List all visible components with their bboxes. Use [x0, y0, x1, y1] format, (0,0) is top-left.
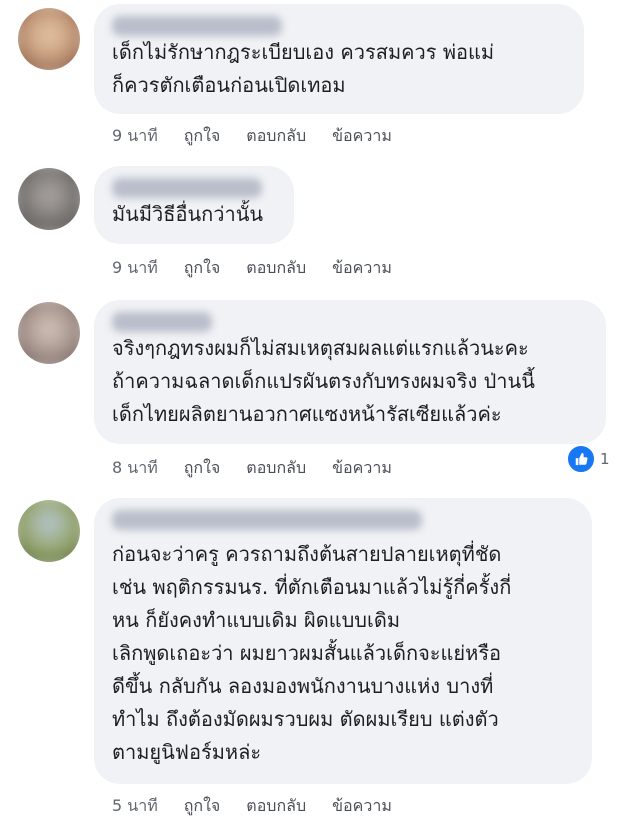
author-name[interactable] — [112, 510, 422, 530]
timestamp[interactable]: 8 นาที — [112, 456, 158, 481]
comment-text: เด็กไม่รักษากฎระเบียบเอง ควรสมควร พ่อแม่… — [112, 40, 495, 97]
like-link[interactable]: ถูกใจ — [184, 256, 221, 281]
message-link[interactable]: ข้อความ — [332, 256, 392, 281]
message-link[interactable]: ข้อความ — [332, 794, 392, 819]
avatar[interactable] — [18, 168, 80, 230]
reaction-number: 1 — [600, 450, 610, 468]
message-link[interactable]: ข้อความ — [332, 456, 392, 481]
comment-actions: 5 นาที ถูกใจ ตอบกลับ ข้อความ — [112, 794, 392, 819]
comment-actions: 9 นาที ถูกใจ ตอบกลับ ข้อความ — [112, 124, 392, 149]
reaction-count[interactable]: 1 — [566, 444, 610, 474]
avatar[interactable] — [18, 302, 80, 364]
like-link[interactable]: ถูกใจ — [184, 794, 221, 819]
comment-bubble: มันมีวิธีอื่นกว่านั้น — [94, 166, 294, 244]
timestamp[interactable]: 9 นาที — [112, 256, 158, 281]
like-link[interactable]: ถูกใจ — [184, 456, 221, 481]
comment-text: ก่อนจะว่าครู ควรถามถึงต้นสายปลายเหตุที่ช… — [112, 542, 512, 764]
comment-bubble: เด็กไม่รักษากฎระเบียบเอง ควรสมควร พ่อแม่… — [94, 4, 584, 114]
comment-text: จริงๆกฎทรงผมก็ไม่สมเหตุสมผลแต่แรกแล้วนะค… — [112, 336, 535, 426]
timestamp[interactable]: 5 นาที — [112, 794, 158, 819]
like-link[interactable]: ถูกใจ — [184, 124, 221, 149]
comment-actions: 9 นาที ถูกใจ ตอบกลับ ข้อความ — [112, 256, 392, 281]
avatar[interactable] — [18, 500, 80, 562]
thumbs-up-icon — [566, 444, 596, 474]
author-name[interactable] — [112, 312, 212, 332]
message-link[interactable]: ข้อความ — [332, 124, 392, 149]
comment-bubble: ก่อนจะว่าครู ควรถามถึงต้นสายปลายเหตุที่ช… — [94, 498, 592, 784]
timestamp[interactable]: 9 นาที — [112, 124, 158, 149]
author-name[interactable] — [112, 178, 262, 198]
author-name[interactable] — [112, 16, 282, 36]
comment-text: มันมีวิธีอื่นกว่านั้น — [112, 202, 264, 226]
reply-link[interactable]: ตอบกลับ — [246, 794, 306, 819]
reply-link[interactable]: ตอบกลับ — [246, 456, 306, 481]
reply-link[interactable]: ตอบกลับ — [246, 256, 306, 281]
comment-actions: 8 นาที ถูกใจ ตอบกลับ ข้อความ — [112, 456, 392, 481]
avatar[interactable] — [18, 8, 80, 70]
reply-link[interactable]: ตอบกลับ — [246, 124, 306, 149]
comment-bubble: จริงๆกฎทรงผมก็ไม่สมเหตุสมผลแต่แรกแล้วนะค… — [94, 300, 606, 444]
